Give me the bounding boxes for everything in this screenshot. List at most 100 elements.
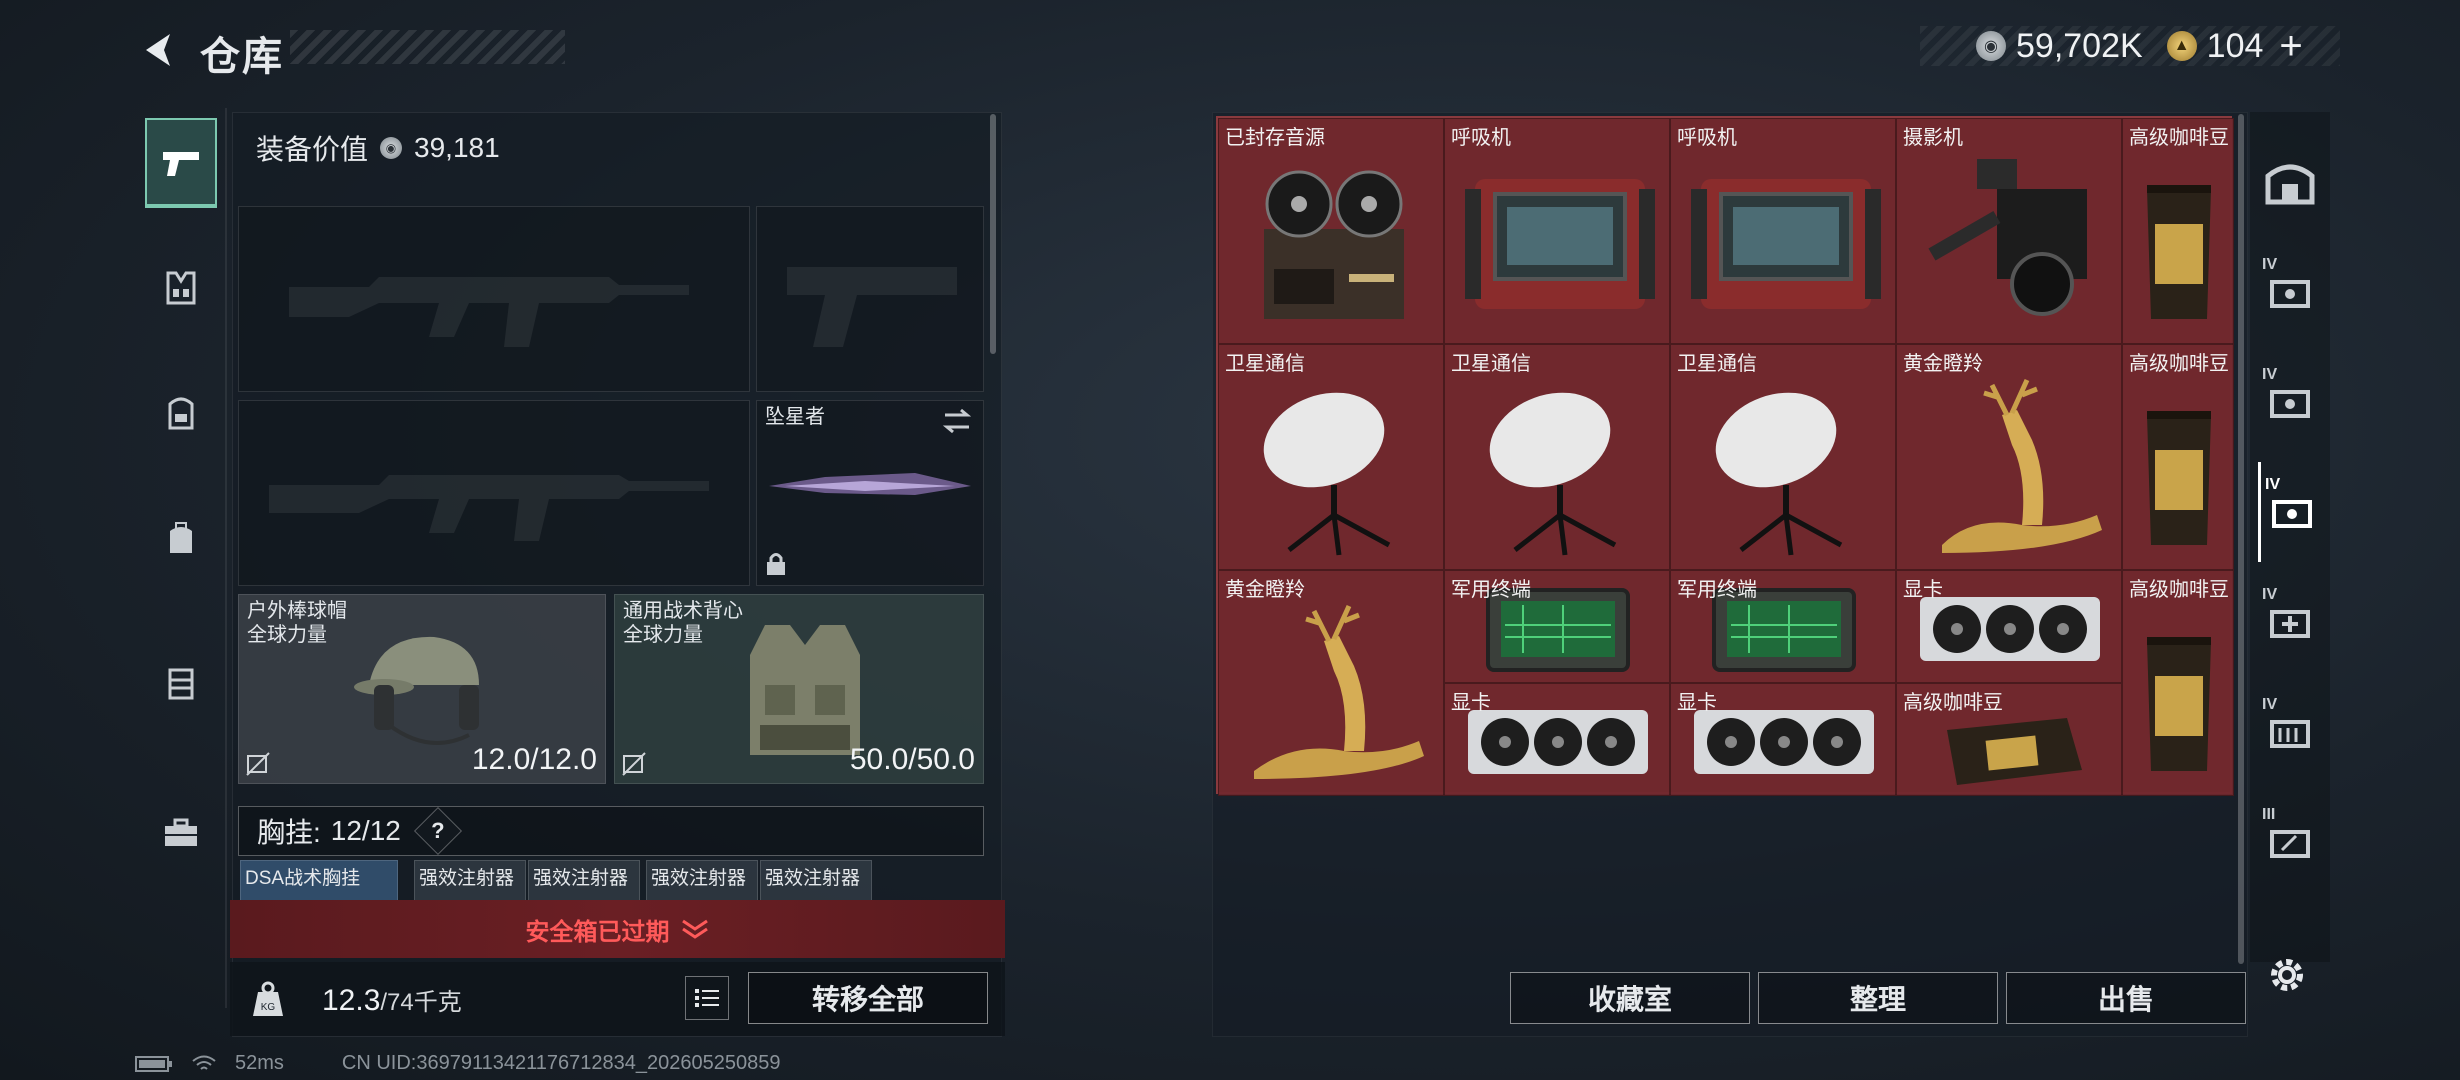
double-chevron-down-icon: [681, 919, 708, 939]
grid-item[interactable]: 卫星通信: [1218, 344, 1444, 570]
grid-item[interactable]: 呼吸机: [1670, 118, 1896, 344]
item-label: 呼吸机: [1451, 127, 1511, 149]
swap-icon[interactable]: [941, 407, 973, 435]
rail-item-pouch[interactable]: [145, 638, 217, 728]
ventilator-icon: [1465, 179, 1655, 309]
grid-item[interactable]: 军用终端: [1444, 570, 1670, 683]
storage-tab-7[interactable]: III: [2258, 792, 2322, 892]
item-label: 摄影机: [1903, 127, 1963, 149]
secondary-weapon-slot[interactable]: [238, 400, 750, 586]
grid-item[interactable]: 呼吸机: [1444, 118, 1670, 344]
tier-label: IV: [2262, 696, 2278, 713]
grid-item[interactable]: 已封存音源: [1218, 118, 1444, 344]
item-label: 显卡: [1451, 692, 1491, 714]
rail-divider: [225, 108, 227, 1008]
list-view-button[interactable]: [685, 976, 729, 1020]
chest-rig-row[interactable]: 胸挂: 12/12 ?: [238, 806, 984, 856]
stim-item[interactable]: 强效注射器: [528, 860, 640, 904]
coffee-bag-icon: [1947, 718, 2082, 785]
grid-item[interactable]: 卫星通信: [1444, 344, 1670, 570]
grid-item[interactable]: 显卡: [1896, 570, 2122, 683]
rail-item-chest-rig[interactable]: [145, 243, 217, 333]
gear-icon: [2271, 959, 2303, 991]
battery-icon: [135, 1055, 172, 1072]
item-label: 高级咖啡豆: [2129, 353, 2229, 375]
gold-coin-icon: ▲: [2166, 31, 2197, 61]
coffee-bag-icon: [2147, 411, 2211, 545]
currency-bar: ◉ 59,702K ▲ 104 +: [1920, 24, 2340, 69]
sidearm-slot[interactable]: [756, 206, 984, 392]
chest-rig-item[interactable]: DSA战术胸挂: [240, 860, 398, 904]
item-label: 卫星通信: [1225, 353, 1305, 375]
graphics-card-icon: [1468, 710, 1648, 774]
storage-tab-2[interactable]: IV: [2258, 242, 2322, 342]
stim-item[interactable]: 强效注射器: [760, 860, 872, 904]
coffee-bag-icon: [2147, 185, 2211, 319]
grid-item[interactable]: 高级咖啡豆: [2122, 570, 2234, 796]
safe-box-expired-text: 安全箱已过期: [525, 918, 670, 946]
safe-box-expired-banner[interactable]: 安全箱已过期: [230, 900, 1005, 958]
armor-name: 通用战术背心: [623, 600, 743, 622]
storage-tab-5[interactable]: IV: [2258, 572, 2322, 672]
helmet-name: 户外棒球帽: [247, 600, 347, 622]
rail-item-safe-box[interactable]: [145, 788, 217, 878]
rifle-silhouette-icon: [289, 277, 689, 347]
storage-tab-main[interactable]: [2258, 132, 2322, 232]
camera-icon: [1928, 159, 2087, 316]
rail-item-bag[interactable]: [145, 493, 217, 583]
help-icon[interactable]: ?: [413, 806, 462, 856]
item-label: 卫星通信: [1677, 353, 1757, 375]
list-icon: [695, 989, 719, 1007]
weight-current: 12.3: [322, 984, 381, 1017]
storage-scrollbar[interactable]: [2238, 114, 2244, 964]
gold-currency-value: 104: [2206, 26, 2264, 65]
primary-weapon-slot[interactable]: [238, 206, 750, 392]
item-label: 军用终端: [1451, 579, 1531, 601]
armor-faction: 全球力量: [623, 624, 703, 646]
helmet-slot[interactable]: 户外棒球帽 全球力量 12.0/12.0: [238, 594, 606, 784]
storage-tab-3[interactable]: IV: [2258, 352, 2322, 452]
helmet-durability: 12.0/12.0: [471, 743, 597, 776]
grid-item[interactable]: 军用终端: [1670, 570, 1896, 683]
grid-item[interactable]: 显卡: [1670, 683, 1896, 796]
coffee-bag-icon: [2147, 637, 2211, 771]
sell-button[interactable]: 出售: [2006, 972, 2246, 1024]
stim-item[interactable]: 强效注射器: [646, 860, 758, 904]
left-category-rail: [135, 108, 227, 1008]
add-currency-button[interactable]: +: [2279, 24, 2302, 69]
silver-coin-icon: ◉: [380, 137, 403, 159]
stim-item[interactable]: 强效注射器: [414, 860, 526, 904]
equipment-scrollbar[interactable]: [990, 114, 996, 354]
storage-grid: 已封存音源 呼吸机 呼吸机 摄影机 高级咖啡豆 卫星通信 卫星通信 卫星通信 黄…: [1216, 116, 2234, 796]
move-all-button[interactable]: 转移全部: [748, 972, 988, 1024]
grid-item[interactable]: 高级咖啡豆: [2122, 118, 2234, 344]
rail-item-backpack[interactable]: [145, 368, 217, 458]
storage-tab-6[interactable]: IV: [2258, 682, 2322, 782]
collection-room-button[interactable]: 收藏室: [1510, 972, 1750, 1024]
grid-item[interactable]: 高级咖啡豆: [2122, 344, 2234, 570]
armor-slot[interactable]: 通用战术背心 全球力量 50.0/50.0: [614, 594, 984, 784]
organize-button[interactable]: 整理: [1758, 972, 1998, 1024]
melee-slot[interactable]: 坠星者: [756, 400, 984, 586]
help-mark: ?: [431, 817, 445, 843]
equipment-value: 装备价值 ◉ 39,181: [256, 128, 500, 168]
grid-item[interactable]: 显卡: [1444, 683, 1670, 796]
grid-item[interactable]: 卫星通信: [1670, 344, 1896, 570]
case-icon: [2270, 830, 2310, 858]
grid-item[interactable]: 黄金瞪羚: [1896, 344, 2122, 570]
grid-item[interactable]: 黄金瞪羚: [1218, 570, 1444, 796]
rail-item-weapons[interactable]: [145, 118, 217, 208]
reel-recorder-icon: [1264, 170, 1404, 319]
back-button[interactable]: [130, 22, 186, 78]
status-footer: 52ms CN UID:3697911342117671283‌4_202605…: [135, 1052, 780, 1075]
melee-blade-icon: [769, 473, 971, 495]
grid-item[interactable]: 摄影机: [1896, 118, 2122, 344]
chest-rig-icon: [166, 271, 196, 305]
grid-item[interactable]: 高级咖啡豆: [1896, 683, 2122, 796]
back-arrow-icon: [146, 34, 170, 66]
settings-button[interactable]: [2262, 950, 2312, 1000]
medical-box-icon: [2270, 610, 2310, 638]
golden-gazelle-icon: [1254, 604, 1424, 779]
item-label: 卫星通信: [1451, 353, 1531, 375]
storage-tab-4[interactable]: IV: [2258, 462, 2322, 562]
